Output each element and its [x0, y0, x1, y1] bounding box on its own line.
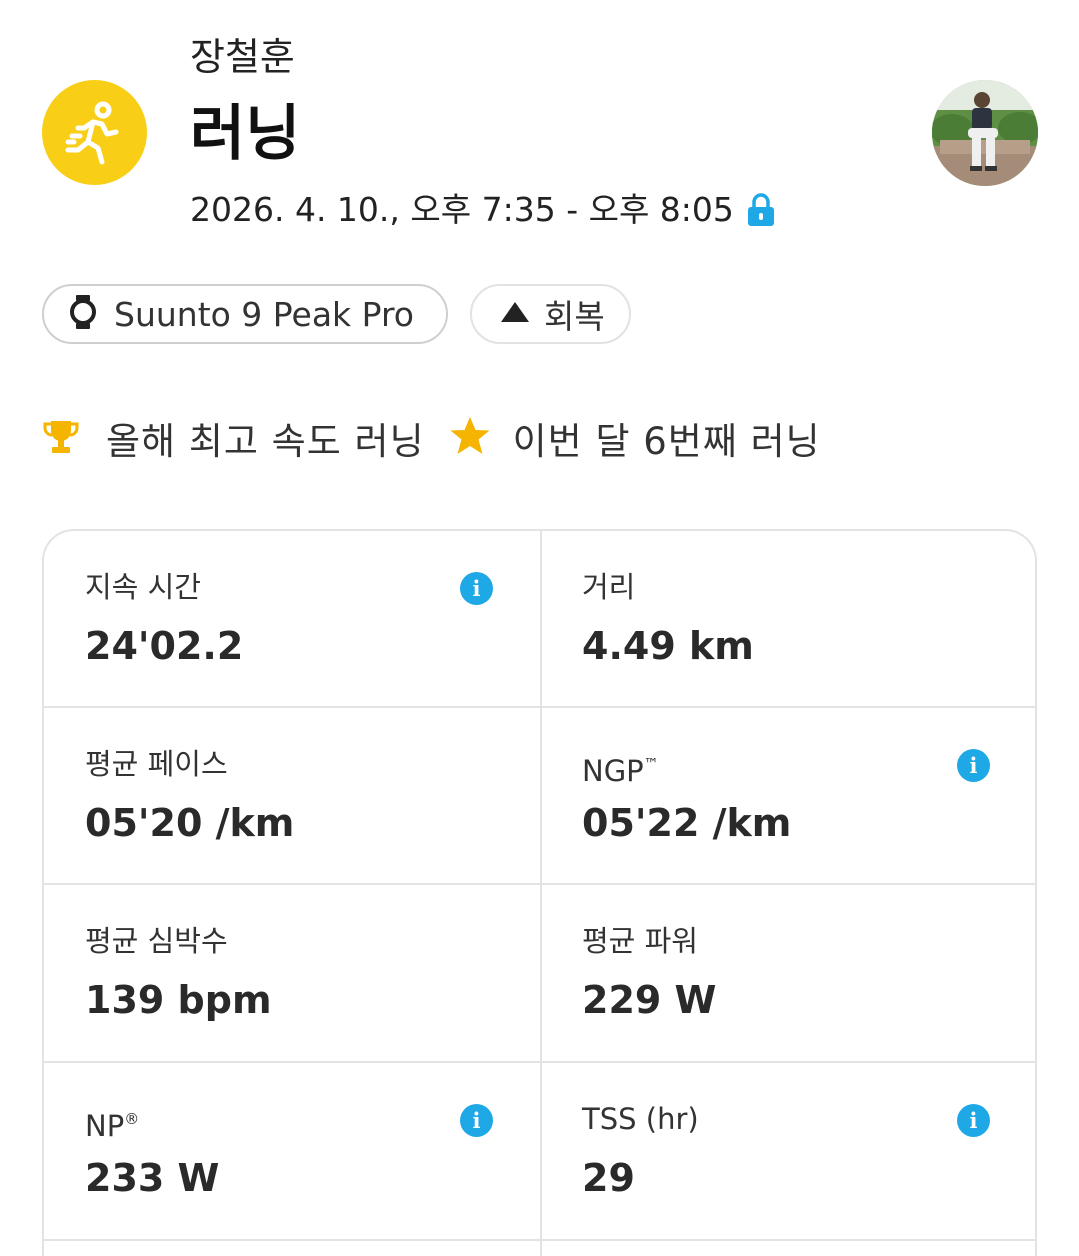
stat-value: 29 [582, 1156, 635, 1200]
activity-datetime: 2026. 4. 10., 오후 7:35 - 오후 8:05 [190, 190, 734, 229]
triangle-up-icon [500, 301, 530, 327]
stat-label: NGP™ [582, 746, 659, 789]
stat-label-text: NGP [582, 754, 644, 788]
stat-avg-power: 평균 파워 229 W [541, 885, 1035, 1062]
stat-value: 4.49 km [582, 624, 754, 668]
info-icon[interactable]: i [957, 1104, 990, 1137]
feeling-label: 회복 [544, 297, 605, 336]
info-icon[interactable]: i [460, 572, 493, 605]
device-chip[interactable]: Suunto 9 Peak Pro [42, 284, 448, 344]
stat-label-text: NP [85, 1109, 125, 1143]
device-name: Suunto 9 Peak Pro [114, 294, 414, 334]
stat-np: NP® i 233 W [44, 1063, 540, 1240]
registered-mark: ® [124, 1110, 140, 1128]
stat-label: 평균 심박수 [85, 924, 228, 958]
user-name[interactable]: 장철훈 [190, 34, 295, 80]
stat-distance: 거리 4.49 km [541, 531, 1035, 708]
activity-title: 러닝 [190, 99, 301, 169]
activity-detail-page: 장철훈 러닝 2026. 4. 10., 오후 7:35 - 오후 8:05 S… [0, 0, 1079, 1256]
achievements-row: 올해 최고 속도 러닝 이번 달 6번째 러닝 [42, 410, 821, 466]
stat-value: 24'02.2 [85, 624, 244, 668]
stat-label: 평균 파워 [582, 924, 698, 958]
watch-icon [70, 295, 96, 333]
stat-avg-heart-rate: 평균 심박수 139 bpm [44, 885, 540, 1062]
feeling-chip[interactable]: 회복 [470, 284, 631, 344]
stat-value: 139 bpm [85, 978, 272, 1022]
achievement-item: 올해 최고 속도 러닝 [42, 411, 425, 465]
stat-label: NP® [85, 1101, 139, 1144]
stat-value: 233 W [85, 1156, 220, 1200]
stat-value: 229 W [582, 978, 717, 1022]
stat-value: 05'22 /km [582, 801, 792, 845]
achievement-text: 올해 최고 속도 러닝 [106, 420, 425, 463]
trophy-icon [42, 417, 80, 459]
datetime-row: 2026. 4. 10., 오후 7:35 - 오후 8:05 [190, 188, 776, 232]
stat-label: 평균 페이스 [85, 747, 228, 781]
stat-label: 거리 [582, 570, 636, 604]
info-icon[interactable]: i [460, 1104, 493, 1137]
stat-avg-pace: 평균 페이스 05'20 /km [44, 708, 540, 885]
stat-tss: TSS (hr) i 29 [541, 1063, 1035, 1240]
stat-value: 05'20 /km [85, 801, 295, 845]
running-person-icon [42, 80, 147, 185]
trademark-mark: ™ [643, 755, 659, 773]
stat-label: 지속 시간 [85, 570, 201, 604]
stat-ngp: NGP™ i 05'22 /km [541, 708, 1035, 885]
stat-label: TSS (hr) [582, 1102, 699, 1136]
achievement-text: 이번 달 6번째 러닝 [512, 420, 821, 463]
info-icon[interactable]: i [957, 749, 990, 782]
stats-grid: 지속 시간 i 24'02.2 거리 4.49 km 평균 페이스 05'20 … [42, 529, 1037, 1256]
lock-icon[interactable] [746, 192, 776, 228]
stat-duration: 지속 시간 i 24'02.2 [44, 531, 540, 708]
avatar[interactable] [932, 80, 1038, 186]
star-icon [449, 416, 491, 460]
achievement-item: 이번 달 6번째 러닝 [449, 411, 821, 465]
